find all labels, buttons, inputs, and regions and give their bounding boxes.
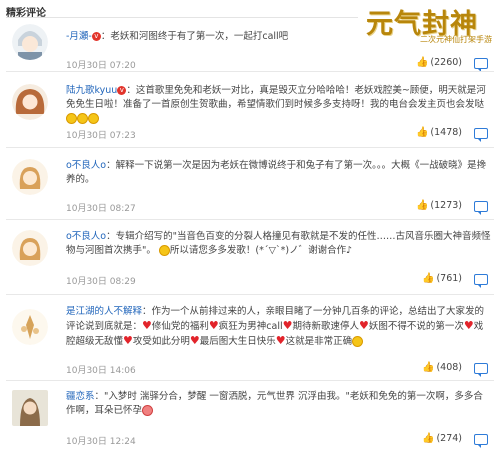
comment-text: ：解释一下说第一次是因为老妖在微博说终于和兔子有了第一次。。。大概《一战破晓》是… bbox=[66, 160, 487, 185]
comment-segment: 期待新歌速停人 bbox=[292, 321, 359, 332]
heart-icon: ♥ bbox=[282, 319, 293, 332]
heart-icon: ♥ bbox=[142, 319, 152, 332]
username-link[interactable]: 疆恋系 bbox=[66, 391, 95, 402]
comment-time: 10月30日 07:20 bbox=[66, 61, 136, 71]
like-button[interactable]: 👍 (1273) bbox=[416, 200, 462, 211]
like-count: (2260) bbox=[430, 57, 462, 68]
smile-emoji-icon bbox=[352, 336, 364, 347]
reply-icon[interactable] bbox=[474, 434, 488, 448]
like-button[interactable]: 👍 (408) bbox=[422, 362, 462, 373]
verified-badge-icon: v bbox=[91, 32, 101, 41]
username-link[interactable]: o不良人o bbox=[66, 160, 106, 171]
username-link[interactable]: 陆九歌kyuu bbox=[66, 85, 117, 96]
divider bbox=[6, 380, 494, 381]
like-count: (408) bbox=[436, 362, 462, 373]
comment-time: 10月30日 14:06 bbox=[66, 366, 136, 376]
comment-time: 10月30日 07:23 bbox=[66, 131, 136, 141]
shy-emoji-icon bbox=[142, 405, 154, 416]
like-button[interactable]: 👍 (274) bbox=[422, 433, 462, 444]
heart-icon: ♥ bbox=[463, 319, 474, 332]
reply-icon[interactable] bbox=[474, 274, 488, 288]
comment-text: ：老妖和河图终于有了第一次，一起打call吧 bbox=[100, 31, 289, 42]
comment-time: 10月30日 08:29 bbox=[66, 277, 136, 287]
avatar[interactable] bbox=[12, 159, 48, 195]
avatar[interactable] bbox=[12, 84, 48, 120]
like-count: (274) bbox=[436, 433, 462, 444]
thumbs-up-icon: 👍 bbox=[415, 57, 429, 68]
username-link[interactable]: 是江湖的人不解释 bbox=[66, 306, 142, 317]
thumbs-up-icon: 👍 bbox=[422, 362, 435, 373]
comment-segment: 这就是非常正确 bbox=[285, 336, 353, 347]
comment-text: ："入梦时 湍驿分合，梦醒 一窗洒脱，元气世界 沉浮由我。"老妖和免免的第一次啊… bbox=[66, 391, 483, 416]
reply-icon[interactable] bbox=[474, 363, 488, 377]
comment-text-continued: 所以请您多多发歌！(*´▽`*)ノ゛谢谢合作♪ bbox=[169, 245, 353, 256]
comment-segment: 攻受如此分明 bbox=[132, 336, 190, 347]
heart-icon: ♥ bbox=[123, 334, 133, 347]
smile-emoji-icon bbox=[77, 113, 88, 124]
divider bbox=[6, 219, 494, 220]
comment-segment: 疯狂为男神call bbox=[218, 321, 283, 332]
username-link[interactable]: o不良人o bbox=[66, 231, 106, 242]
laugh-emoji-icon bbox=[158, 245, 170, 256]
reply-icon[interactable] bbox=[474, 201, 488, 215]
heart-icon: ♥ bbox=[208, 319, 219, 332]
reply-icon[interactable] bbox=[474, 128, 488, 142]
divider bbox=[6, 147, 494, 148]
like-button[interactable]: 👍 (761) bbox=[422, 273, 462, 284]
smile-emoji-icon bbox=[66, 113, 77, 124]
heart-icon: ♥ bbox=[189, 334, 200, 347]
avatar[interactable] bbox=[12, 24, 48, 60]
thumbs-up-icon: 👍 bbox=[422, 273, 435, 284]
divider bbox=[6, 294, 494, 295]
like-count: (1273) bbox=[430, 200, 462, 211]
avatar[interactable] bbox=[12, 230, 48, 266]
avatar[interactable] bbox=[12, 309, 48, 345]
username-link[interactable]: -月瀬- bbox=[66, 31, 92, 42]
heart-icon: ♥ bbox=[275, 334, 286, 347]
divider bbox=[6, 71, 494, 72]
like-count: (1478) bbox=[430, 127, 462, 138]
thumbs-up-icon: 👍 bbox=[415, 127, 429, 138]
thumbs-up-icon: 👍 bbox=[422, 433, 435, 444]
avatar[interactable] bbox=[12, 390, 48, 426]
comment-segment: 修仙党的福利 bbox=[151, 321, 209, 332]
comment-segment: 妖图不得不说的第一次 bbox=[368, 321, 464, 332]
smile-emoji-icon bbox=[88, 113, 99, 124]
comment-time: 10月30日 08:27 bbox=[66, 204, 136, 214]
thumbs-up-icon: 👍 bbox=[415, 200, 429, 211]
reply-icon[interactable] bbox=[474, 58, 488, 72]
comment-time: 10月30日 12:24 bbox=[66, 437, 136, 447]
like-button[interactable]: 👍 (2260) bbox=[416, 57, 462, 68]
comment-text: ：这首歌里免免和老妖一对比，真是毁灭立分哈哈哈！老妖戏腔美~顾便，明天就是河免免… bbox=[66, 85, 486, 110]
like-count: (761) bbox=[436, 273, 462, 284]
divider bbox=[6, 17, 358, 18]
like-button[interactable]: 👍 (1478) bbox=[416, 127, 462, 138]
verified-badge-icon: v bbox=[117, 86, 127, 95]
comment-segment: 最后图大生日快乐 bbox=[199, 336, 276, 347]
heart-icon: ♥ bbox=[359, 319, 369, 332]
